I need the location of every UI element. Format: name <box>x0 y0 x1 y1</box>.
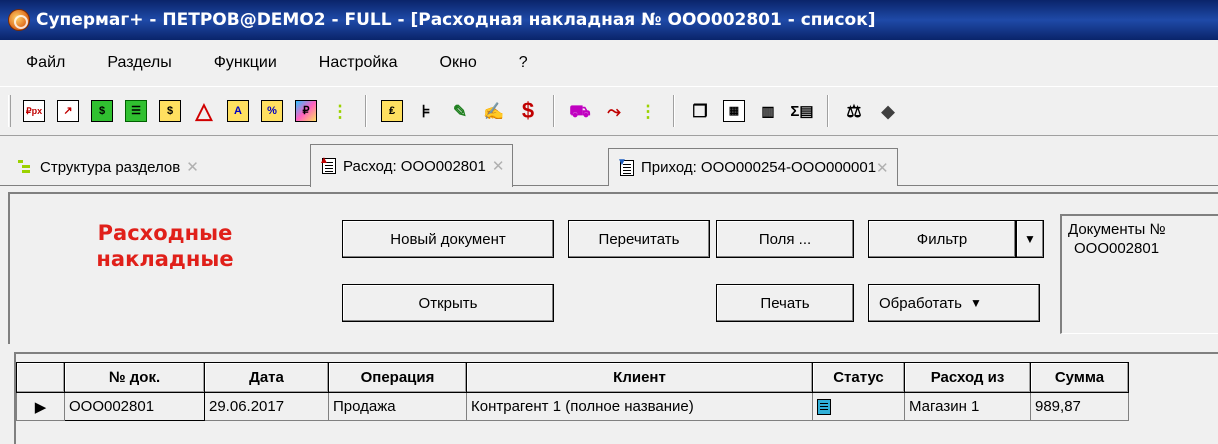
triangle-down-icon: ▼ <box>969 296 982 310</box>
column-operation[interactable]: Операция <box>328 362 467 393</box>
menu-bar: Файл Разделы Функции Настройка Окно ? <box>0 40 1218 86</box>
page-title: Расходные накладные <box>96 221 234 271</box>
cell-source[interactable]: Магазин 1 <box>904 392 1031 421</box>
info-value: ООО002801 <box>1074 240 1160 257</box>
cell-status[interactable] <box>812 392 905 421</box>
tab-bar: Структура разделов ✕ ▲ Расход: ООО002801… <box>0 136 1218 187</box>
tag-icon[interactable]: ₽ <box>291 96 321 126</box>
toolbar: ₽px ↗ $ ☰ $ △ A % ₽ ⋮ ₤ ⊧ ✎ ✍ $ ⛟ ⤳ ⋮ ❐ … <box>0 86 1218 136</box>
calc-icon[interactable]: ▦ <box>719 96 749 126</box>
window-title: Супермаг+ - ПЕТРОВ@DEMO2 - FULL - [Расхо… <box>36 10 876 30</box>
document-info-box: Документы № ООО002801 <box>1060 214 1218 334</box>
toolbar-separator <box>365 95 367 127</box>
tab-structure[interactable]: Структура разделов ✕ <box>8 148 207 186</box>
menu-sections[interactable]: Разделы <box>103 52 175 74</box>
column-client[interactable]: Клиент <box>466 362 813 393</box>
table-row[interactable]: ▶ ООО002801 29.06.2017 Продажа Контраген… <box>16 392 1129 421</box>
menu-settings[interactable]: Настройка <box>315 52 402 74</box>
close-icon[interactable]: ✕ <box>876 159 889 177</box>
process-button-label: Обработать <box>879 294 962 312</box>
doc-out-icon: ▲ <box>319 155 337 174</box>
tree-icon[interactable]: ⋮ <box>633 96 663 126</box>
cell-sum[interactable]: 989,87 <box>1030 392 1129 421</box>
document-panel: Расходные накладные Новый документ Переч… <box>8 192 1218 344</box>
fields-button[interactable]: Поля ... <box>716 220 854 258</box>
cell-client[interactable]: Контрагент 1 (полное название) <box>466 392 813 421</box>
open-button[interactable]: Открыть <box>342 284 554 322</box>
info-label: Документы № <box>1068 221 1166 238</box>
menu-help[interactable]: ? <box>515 52 532 74</box>
close-icon[interactable]: ✕ <box>492 157 505 175</box>
copy-icon[interactable]: ❐ <box>685 96 715 126</box>
filter-dropdown-button[interactable]: ▼ <box>1016 220 1044 258</box>
scanner-icon[interactable]: ◆ <box>873 96 903 126</box>
row-indicator-header <box>16 362 65 393</box>
column-sum[interactable]: Сумма <box>1030 362 1129 393</box>
menu-window[interactable]: Окно <box>436 52 481 74</box>
column-status[interactable]: Статус <box>812 362 905 393</box>
documents-grid: № док. Дата Операция Клиент Статус Расхо… <box>14 352 1218 444</box>
chart-icon[interactable]: ↗ <box>53 96 83 126</box>
a-doc-icon[interactable]: A <box>223 96 253 126</box>
document-status-icon <box>817 399 831 416</box>
scales-icon[interactable]: ⚖ <box>839 96 869 126</box>
tab-expense[interactable]: ▲ Расход: ООО002801 ✕ <box>310 144 514 187</box>
fork-icon[interactable]: ⊧ <box>411 96 441 126</box>
green-table-icon[interactable]: ☰ <box>121 96 151 126</box>
doc-icon[interactable]: $ <box>155 96 185 126</box>
tab-label: Структура разделов <box>40 158 181 176</box>
new-document-button[interactable]: Новый документ <box>342 220 554 258</box>
filter-button[interactable]: Фильтр <box>868 220 1016 258</box>
table-header-row: № док. Дата Операция Клиент Статус Расхо… <box>16 362 1129 393</box>
percent-doc-icon[interactable]: % <box>257 96 287 126</box>
truck-icon[interactable]: ⛟ <box>565 96 595 126</box>
print-button[interactable]: Печать <box>716 284 854 322</box>
doc-in-icon: ▼ <box>617 157 635 176</box>
green-doc-icon[interactable]: $ <box>87 96 117 126</box>
tree-icon[interactable]: ⋮ <box>325 96 355 126</box>
menu-functions[interactable]: Функции <box>210 52 281 74</box>
pen-icon[interactable]: ✎ <box>445 96 475 126</box>
triangle-icon[interactable]: △ <box>189 96 219 126</box>
reread-button[interactable]: Перечитать <box>568 220 710 258</box>
triangle-down-icon: ▼ <box>1024 232 1036 246</box>
column-source[interactable]: Расход из <box>904 362 1031 393</box>
documents-table: № док. Дата Операция Клиент Статус Расхо… <box>16 362 1129 421</box>
rpx-icon[interactable]: ₽px <box>19 96 49 126</box>
edit-doc-icon[interactable]: ✍ <box>479 96 509 126</box>
tab-income[interactable]: ▼ Приход: ООО000254-ООО000001 ✕ <box>608 148 898 186</box>
cell-date[interactable]: 29.06.2017 <box>204 392 329 421</box>
column-doc-no[interactable]: № док. <box>64 362 205 393</box>
toolbar-separator <box>827 95 829 127</box>
title-bar: Супермаг+ - ПЕТРОВ@DEMO2 - FULL - [Расхо… <box>0 0 1218 40</box>
cell-operation[interactable]: Продажа <box>328 392 467 421</box>
row-pointer-icon[interactable]: ▶ <box>16 392 65 421</box>
tree-icon <box>16 159 34 175</box>
sum-icon[interactable]: Σ▤ <box>787 96 817 126</box>
process-button[interactable]: Обработать ▼ <box>868 284 1040 322</box>
toolbar-grip[interactable] <box>8 95 11 127</box>
toolbar-separator <box>553 95 555 127</box>
menu-file[interactable]: Файл <box>22 52 69 74</box>
route-icon[interactable]: ⤳ <box>599 96 629 126</box>
barcode-icon[interactable]: ▥ <box>753 96 783 126</box>
close-icon[interactable]: ✕ <box>186 158 199 176</box>
cell-doc-no[interactable]: ООО002801 <box>64 392 205 421</box>
tab-label: Расход: ООО002801 <box>343 157 486 175</box>
dollar-icon[interactable]: $ <box>513 96 543 126</box>
app-icon <box>8 9 30 31</box>
column-date[interactable]: Дата <box>204 362 329 393</box>
book-icon[interactable]: ₤ <box>377 96 407 126</box>
tab-label: Приход: ООО000254-ООО000001 <box>641 159 877 176</box>
toolbar-separator <box>673 95 675 127</box>
